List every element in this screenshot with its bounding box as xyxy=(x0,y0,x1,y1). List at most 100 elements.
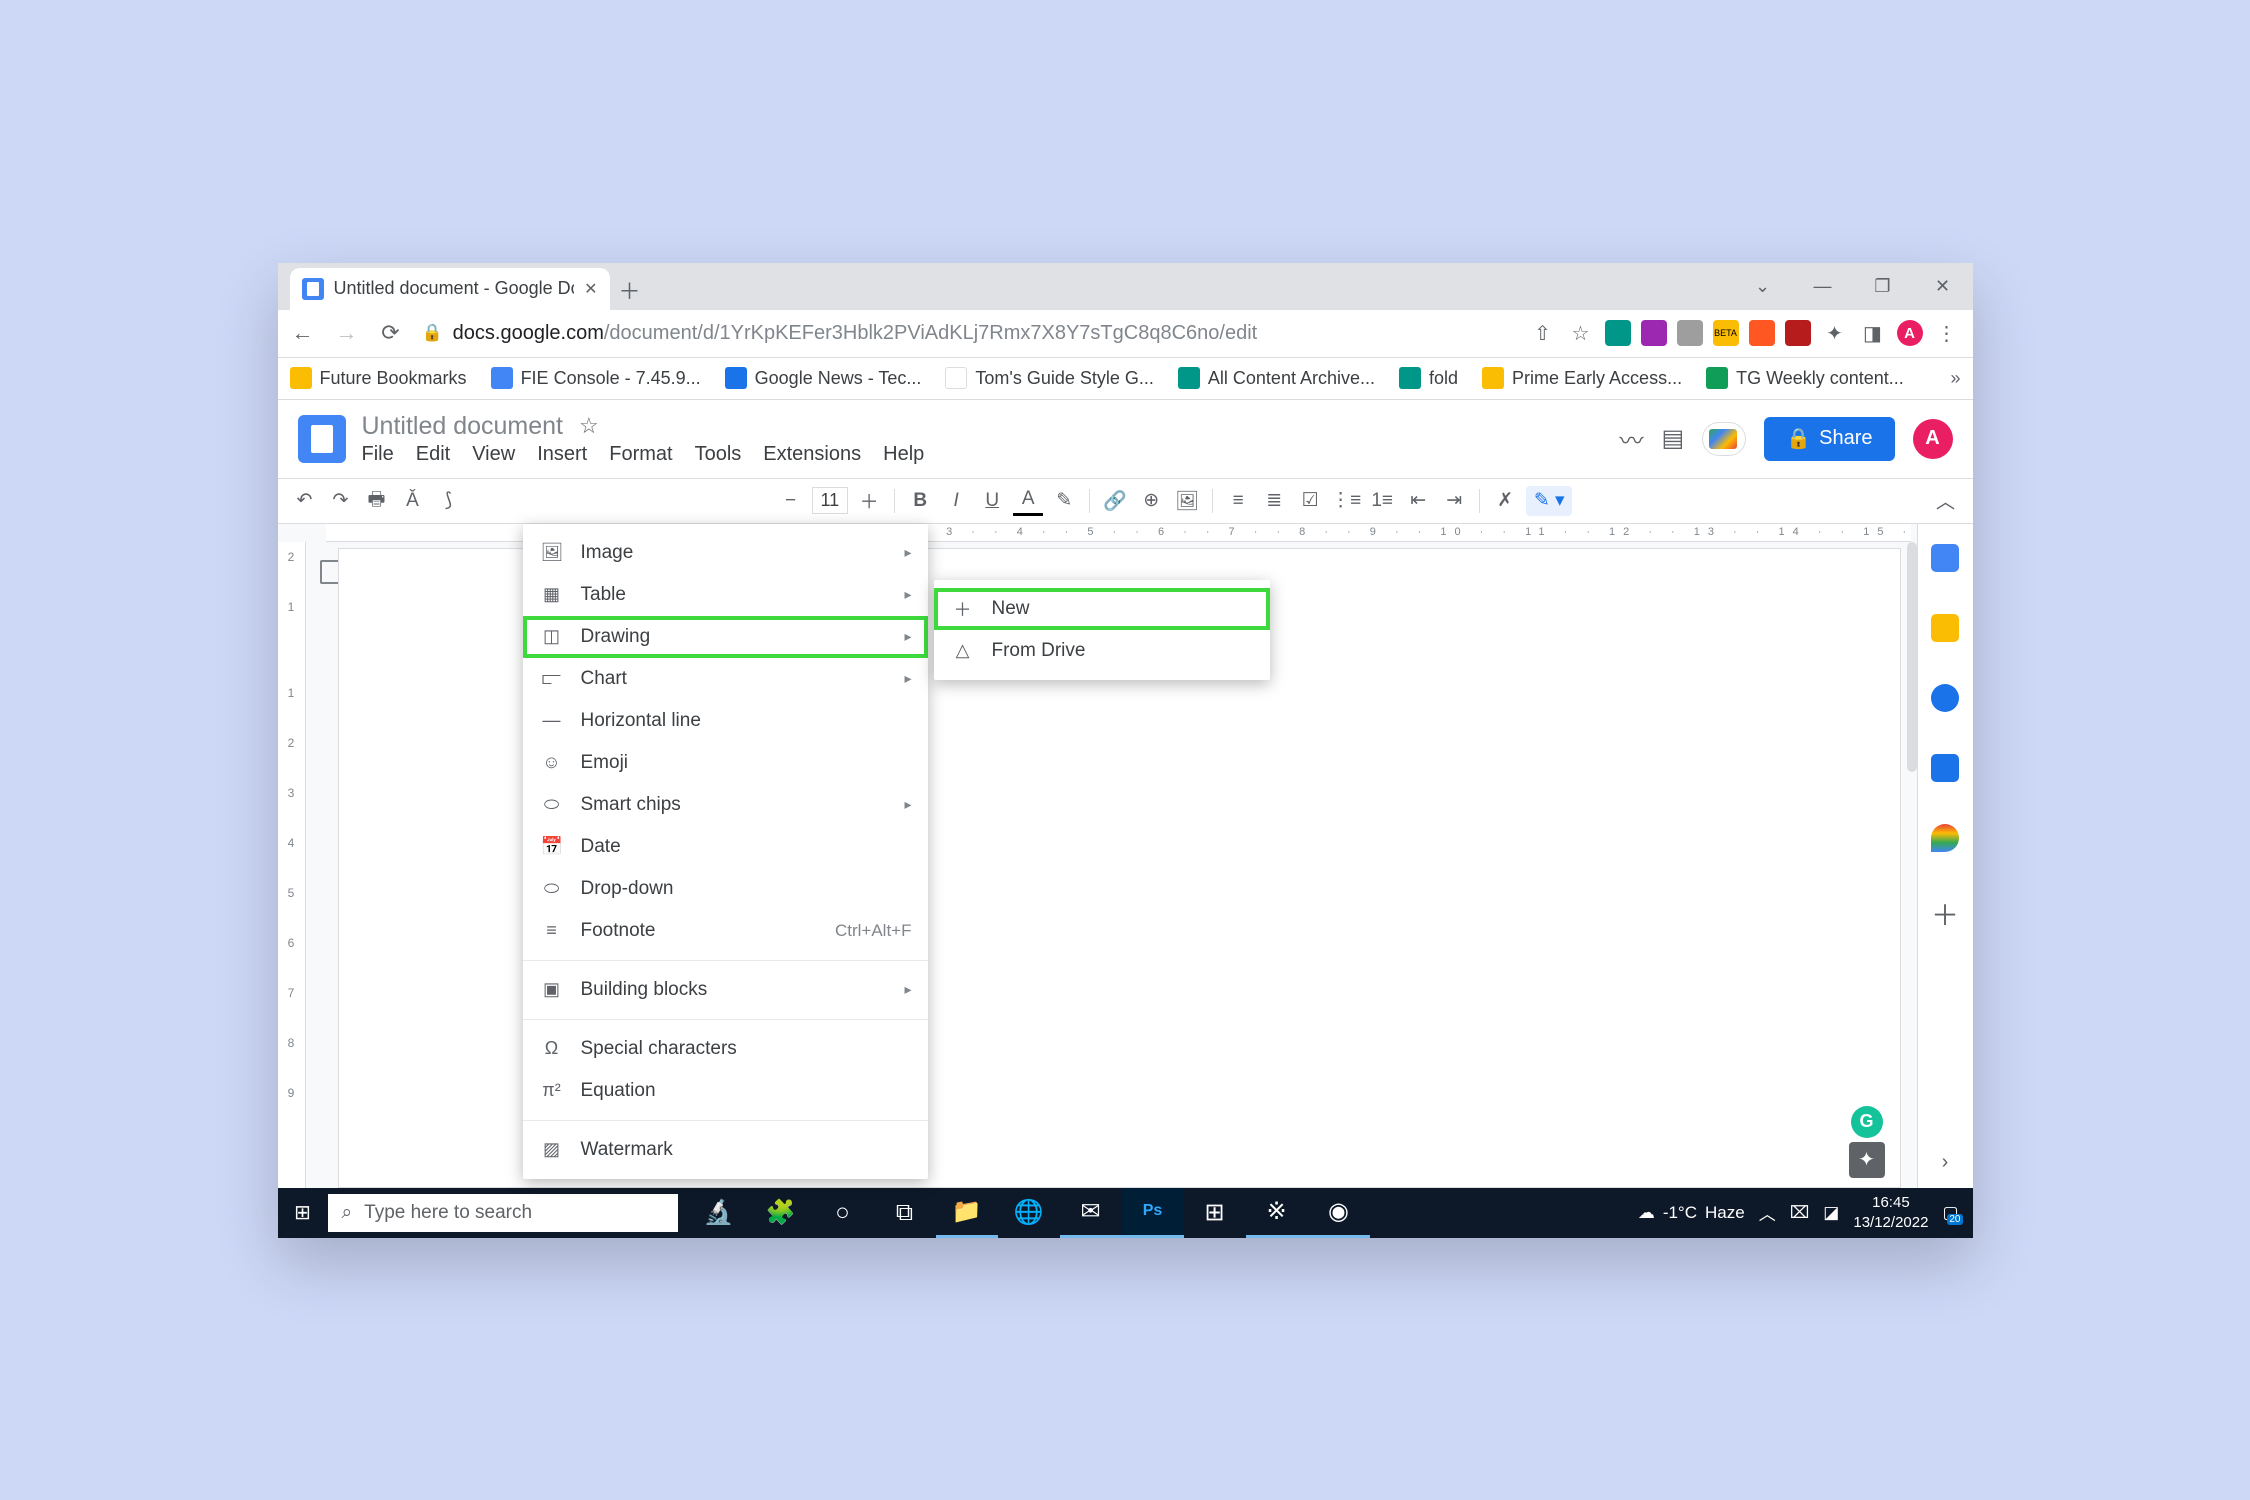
undo-icon[interactable]: ↶ xyxy=(290,486,320,516)
reload-button[interactable]: ⟳ xyxy=(378,320,404,346)
paint-format-icon[interactable]: ⟆ xyxy=(434,486,464,516)
photoshop-icon[interactable]: Ps xyxy=(1122,1188,1184,1238)
menu-item-building-blocks[interactable]: ▣Building blocks▸ xyxy=(523,969,928,1011)
slack-icon[interactable]: ※ xyxy=(1246,1188,1308,1238)
maps-icon[interactable] xyxy=(1931,824,1959,852)
weather-widget[interactable]: ☁ -1°C Haze xyxy=(1638,1203,1745,1223)
redo-icon[interactable]: ↷ xyxy=(326,486,356,516)
font-size-decrease[interactable]: − xyxy=(776,486,806,516)
chrome-icon[interactable]: ◉ xyxy=(1308,1188,1370,1238)
cortana-icon[interactable]: ○ xyxy=(812,1188,874,1238)
menu-file[interactable]: File xyxy=(362,443,394,466)
clear-format-icon[interactable]: ✗ xyxy=(1490,486,1520,516)
share-page-icon[interactable]: ⇧ xyxy=(1529,319,1557,347)
taskbar-app[interactable]: 🧩 xyxy=(750,1188,812,1238)
bookmark-item[interactable]: fold xyxy=(1399,367,1458,389)
wifi-icon[interactable]: ◪ xyxy=(1823,1203,1839,1223)
highlight-icon[interactable]: ✎ xyxy=(1049,486,1079,516)
notifications-icon[interactable]: ▢20 xyxy=(1942,1203,1958,1223)
clock[interactable]: 16:45 13/12/2022 xyxy=(1853,1193,1928,1232)
bookmarks-overflow-icon[interactable]: » xyxy=(1950,368,1960,389)
comments-icon[interactable]: ▤ xyxy=(1662,424,1685,453)
bookmark-item[interactable]: TG Weekly content... xyxy=(1706,367,1904,389)
edge-icon[interactable]: 🌐 xyxy=(998,1188,1060,1238)
extension-icon[interactable] xyxy=(1785,320,1811,346)
menu-item-table[interactable]: ▦Table▸ xyxy=(523,574,928,616)
menu-help[interactable]: Help xyxy=(883,443,924,466)
bulleted-list-icon[interactable]: ⋮≡ xyxy=(1331,486,1361,516)
menu-item-dropdown[interactable]: ⬭Drop-down xyxy=(523,868,928,910)
menu-insert[interactable]: Insert xyxy=(537,443,587,466)
menu-item-date[interactable]: 📅Date xyxy=(523,826,928,868)
keep-icon[interactable] xyxy=(1931,614,1959,642)
menu-edit[interactable]: Edit xyxy=(416,443,450,466)
menu-item-footnote[interactable]: ≡FootnoteCtrl+Alt+F xyxy=(523,910,928,952)
taskbar-app[interactable]: 🔬 xyxy=(688,1188,750,1238)
bookmark-item[interactable]: Prime Early Access... xyxy=(1482,367,1682,389)
meet-button[interactable] xyxy=(1702,422,1746,456)
mail-icon[interactable]: ✉ xyxy=(1060,1188,1122,1238)
battery-icon[interactable]: ⌧ xyxy=(1790,1203,1810,1223)
link-icon[interactable]: 🔗 xyxy=(1100,486,1130,516)
numbered-list-icon[interactable]: 1≡ xyxy=(1367,486,1397,516)
add-on-icon[interactable]: ＋ xyxy=(1931,894,1959,934)
menu-item-horizontal-line[interactable]: —Horizontal line xyxy=(523,700,928,742)
activity-icon[interactable]: 〰 xyxy=(1620,421,1644,456)
submenu-item-new[interactable]: ＋New xyxy=(934,588,1270,630)
start-button[interactable]: ⊞ xyxy=(278,1188,328,1238)
bookmark-star-icon[interactable]: ☆ xyxy=(1567,319,1595,347)
docs-home-icon[interactable] xyxy=(298,415,346,463)
browser-tab[interactable]: Untitled document - Google Doc ✕ xyxy=(290,268,610,310)
align-icon[interactable]: ≡ xyxy=(1223,486,1253,516)
tab-search-icon[interactable]: ⌄ xyxy=(1733,263,1793,310)
bold-icon[interactable]: B xyxy=(905,486,935,516)
checklist-icon[interactable]: ☑ xyxy=(1295,486,1325,516)
star-document-icon[interactable]: ☆ xyxy=(579,413,599,439)
document-title[interactable]: Untitled document xyxy=(362,412,564,441)
menu-item-image[interactable]: 🖼Image▸ xyxy=(523,532,928,574)
image-icon[interactable]: 🖼 xyxy=(1172,486,1202,516)
taskbar-search[interactable]: ⌕ Type here to search xyxy=(328,1194,678,1232)
indent-increase-icon[interactable]: ⇥ xyxy=(1439,486,1469,516)
maximize-button[interactable]: ❐ xyxy=(1853,263,1913,310)
chrome-menu-icon[interactable]: ⋮ xyxy=(1933,319,1961,347)
store-icon[interactable]: ⊞ xyxy=(1184,1188,1246,1238)
print-icon[interactable]: 🖶 xyxy=(362,486,392,516)
menu-item-drawing[interactable]: ◫Drawing▸ xyxy=(523,616,928,658)
menu-item-chart[interactable]: ⫍Chart▸ xyxy=(523,658,928,700)
forward-button[interactable]: → xyxy=(334,320,360,346)
extension-icon[interactable] xyxy=(1677,320,1703,346)
hide-panel-icon[interactable]: › xyxy=(1942,1151,1949,1174)
close-tab-icon[interactable]: ✕ xyxy=(584,279,597,299)
profile-avatar[interactable]: A xyxy=(1897,320,1923,346)
extension-icon[interactable]: BETA xyxy=(1713,320,1739,346)
minimize-button[interactable]: — xyxy=(1793,263,1853,310)
font-size-increase[interactable]: ＋ xyxy=(854,486,884,516)
bookmark-item[interactable]: Future Bookmarks xyxy=(290,367,467,389)
bookmark-item[interactable]: Google News - Tec... xyxy=(725,367,922,389)
tray-overflow-icon[interactable]: ︿ xyxy=(1759,1200,1776,1225)
vertical-ruler[interactable]: 21123456789 xyxy=(278,542,306,1188)
menu-item-watermark[interactable]: ▨Watermark xyxy=(523,1129,928,1171)
url-field[interactable]: 🔒 docs.google.com/document/d/1YrKpKEFer3… xyxy=(422,322,1511,345)
menu-item-equation[interactable]: π²Equation xyxy=(523,1070,928,1112)
explore-button[interactable]: ✦ xyxy=(1849,1142,1885,1178)
close-window-button[interactable]: ✕ xyxy=(1913,263,1973,310)
comment-icon[interactable]: ⊕ xyxy=(1136,486,1166,516)
submenu-item-from-drive[interactable]: △From Drive xyxy=(934,630,1270,672)
bookmark-item[interactable]: FIE Console - 7.45.9... xyxy=(491,367,701,389)
grammarly-badge[interactable]: G xyxy=(1851,1106,1883,1138)
task-view-icon[interactable]: ⧉ xyxy=(874,1188,936,1238)
menu-item-emoji[interactable]: ☺Emoji xyxy=(523,742,928,784)
account-avatar[interactable]: A xyxy=(1913,419,1953,459)
bookmark-item[interactable]: All Content Archive... xyxy=(1178,367,1375,389)
explorer-icon[interactable]: 📁 xyxy=(936,1188,998,1238)
scrollbar[interactable] xyxy=(1907,542,1917,772)
menu-item-special-characters[interactable]: ΩSpecial characters xyxy=(523,1028,928,1070)
editing-mode-button[interactable]: ✎ ▾ xyxy=(1526,486,1572,516)
contacts-icon[interactable] xyxy=(1931,754,1959,782)
back-button[interactable]: ← xyxy=(290,320,316,346)
tasks-icon[interactable] xyxy=(1931,684,1959,712)
new-tab-button[interactable]: ＋ xyxy=(610,270,650,310)
side-panel-icon[interactable]: ◨ xyxy=(1859,319,1887,347)
